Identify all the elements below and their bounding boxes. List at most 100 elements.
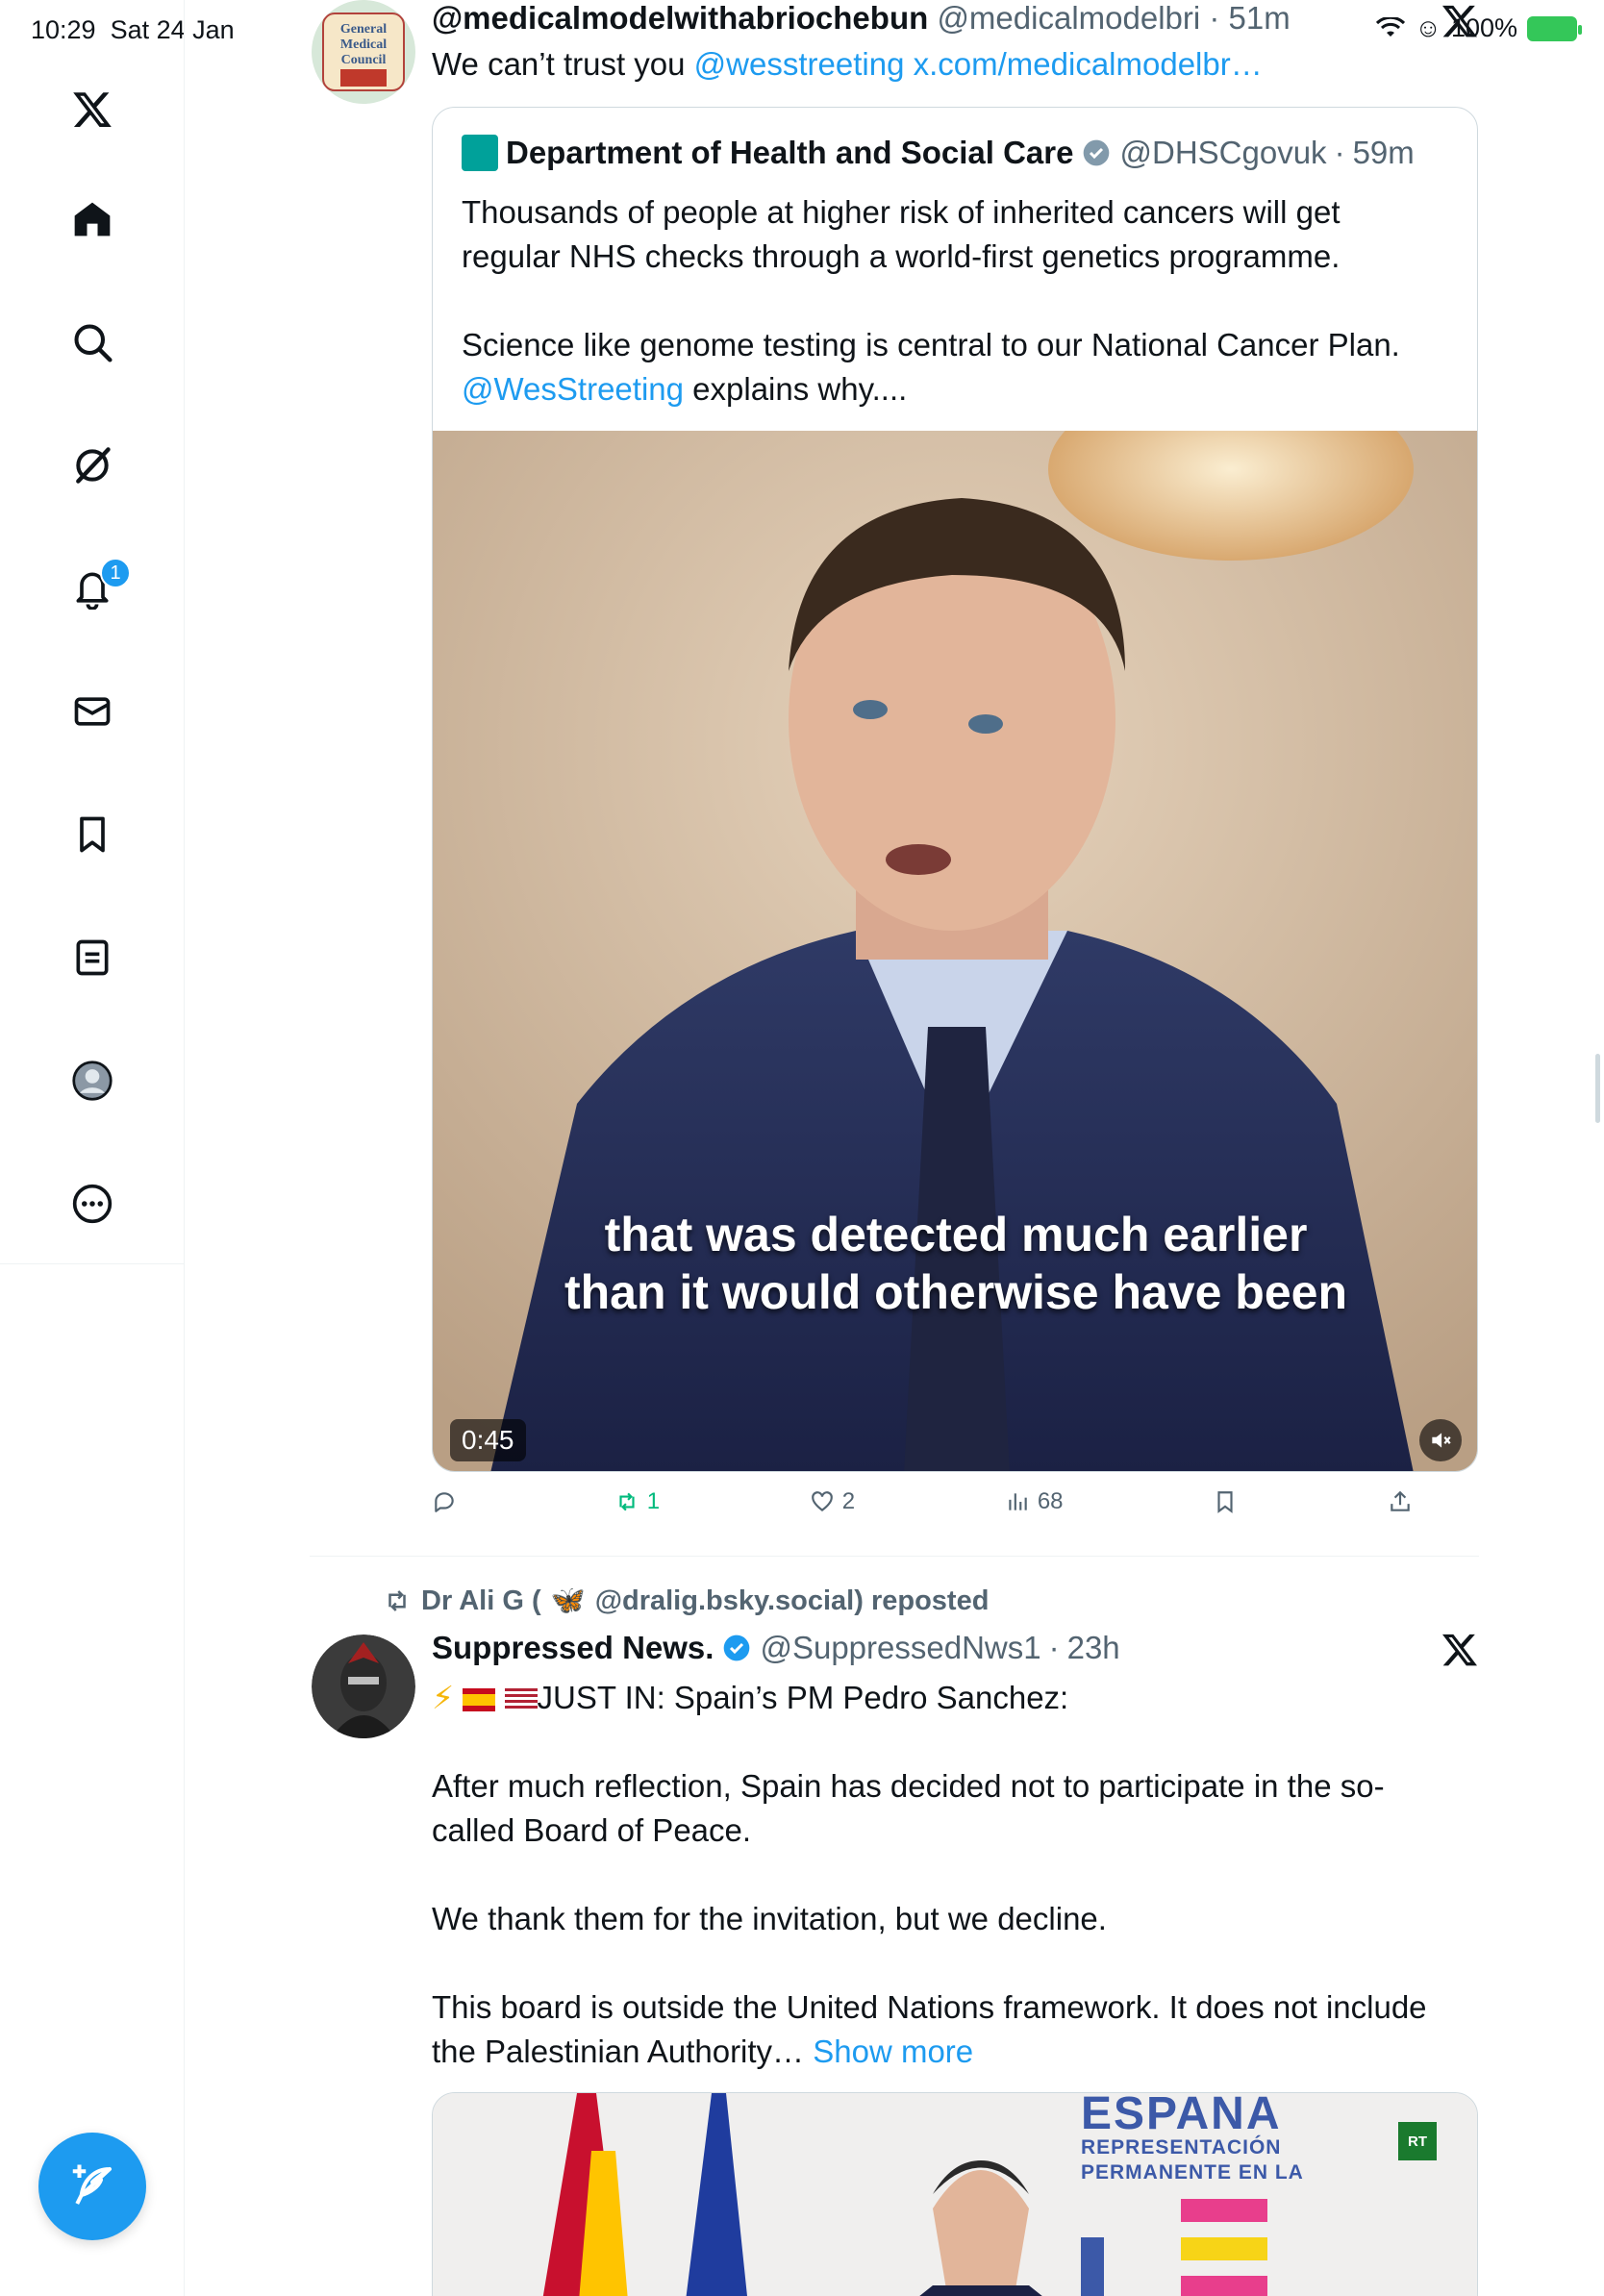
search-icon[interactable] xyxy=(65,315,119,369)
lists-icon[interactable] xyxy=(65,931,119,985)
rt-logo: RT xyxy=(1398,2122,1437,2160)
tweet2-author-name[interactable]: Suppressed News. xyxy=(432,1630,714,1666)
lightning-icon: ⚡ xyxy=(432,1680,455,1715)
like-button[interactable]: 2 xyxy=(810,1488,855,1515)
quote-text-line2: regular NHS checks through a world-first… xyxy=(462,238,1341,274)
repost-icon xyxy=(388,1590,406,1611)
views-count: 68 xyxy=(1037,1488,1064,1514)
reply-icon xyxy=(435,1492,454,1512)
share-icon xyxy=(1391,1490,1410,1511)
bookmark-icon xyxy=(1217,1491,1233,1513)
tweet2-media-image xyxy=(433,2093,1477,2296)
us-flag-icon xyxy=(504,1688,538,1712)
tweet1-link[interactable]: x.com/medicalmodelbr… xyxy=(914,46,1263,82)
repost-button[interactable]: 1 xyxy=(614,1488,660,1515)
tweet2-line4: We thank them for the invitation, but we… xyxy=(432,1901,1107,1936)
profile-avatar-icon[interactable] xyxy=(65,1054,119,1108)
avatar-text-1: General xyxy=(340,22,387,37)
verified-badge-icon xyxy=(724,1635,750,1661)
video-player[interactable]: that was detected much earlier than it w… xyxy=(433,431,1477,1471)
tweet1-author-name[interactable]: @medicalmodelwithabriochebun xyxy=(432,0,928,36)
repost-icon xyxy=(619,1492,635,1511)
tweet1-time[interactable]: 51m xyxy=(1229,0,1291,36)
quote-text-line3: Science like genome testing is central t… xyxy=(462,327,1400,362)
quote-handle[interactable]: @DHSCgovuk xyxy=(1119,135,1326,171)
show-more-link[interactable]: Show more xyxy=(813,2034,973,2069)
avatar-text-2: Medical xyxy=(340,37,387,52)
video-duration: 0:45 xyxy=(450,1419,526,1461)
quote-text-end: explains why.... xyxy=(683,371,908,407)
tweet2-line3: called Board of Peace. xyxy=(432,1812,752,1848)
reply-button[interactable] xyxy=(432,1489,464,1514)
quote-text: Thousands of people at higher risk of in… xyxy=(462,190,1452,412)
x-brand-icon xyxy=(1442,5,1477,37)
like-count: 2 xyxy=(841,1488,856,1514)
wifi-icon xyxy=(1376,16,1406,37)
quote-mention[interactable]: @WesStreeting xyxy=(462,371,684,407)
notifications-badge: 1 xyxy=(100,558,131,588)
quote-header: Department of Health and Social Care @DH… xyxy=(462,135,1415,171)
repost-by-handle: @dralig.bsky.social) reposted xyxy=(594,1585,990,1616)
quote-text-line1: Thousands of people at higher risk of in… xyxy=(462,194,1341,230)
tweet2-text: ⚡ JUST IN: Spain’s PM Pedro Sanchez: Aft… xyxy=(432,1676,1480,2074)
tweet2-line2: After much reflection, Spain has decided… xyxy=(432,1768,1385,1804)
heart-icon xyxy=(811,1491,833,1512)
tweet2-line1: ⚡ JUST IN: Spain’s PM Pedro Sanchez: xyxy=(432,1676,1480,1720)
speaker-muted-icon xyxy=(1432,1433,1451,1448)
tweet2-time[interactable]: 23h xyxy=(1067,1630,1120,1666)
media-subtitle-text: REPRESENTACIÓN PERMANENTE EN LA xyxy=(1081,2135,1304,2185)
tweet2-separator: · xyxy=(1048,1630,1060,1665)
tweet1-header: @medicalmodelwithabriochebun @medicalmod… xyxy=(432,0,1291,37)
tweet2-line6: the Palestinian Authority… xyxy=(432,2034,814,2069)
quote-time[interactable]: 59m xyxy=(1353,135,1415,171)
dhsc-logo-icon xyxy=(462,135,498,171)
compose-feather-icon xyxy=(72,2164,113,2205)
avatar-text-3: Council xyxy=(341,53,387,67)
grok-icon[interactable] xyxy=(65,438,119,492)
tweet1-text-plain: We can’t trust you xyxy=(432,46,694,82)
video-caption-line1: that was detected much earlier xyxy=(604,1208,1308,1261)
tweet2-line1-text: JUST IN: Spain’s PM Pedro Sanchez: xyxy=(537,1680,1069,1715)
video-caption-line2: than it would otherwise have been xyxy=(564,1265,1347,1319)
x-brand-icon xyxy=(1442,1634,1477,1666)
tweet1-avatar[interactable]: General Medical Council xyxy=(312,0,415,104)
smiley-icon: ☺ xyxy=(1415,13,1441,42)
repost-count: 1 xyxy=(646,1488,661,1514)
bookmark-button[interactable] xyxy=(1213,1489,1238,1514)
quoted-tweet-card[interactable]: Department of Health and Social Care @DH… xyxy=(432,107,1478,1472)
tweet1-handle[interactable]: @medicalmodelbri xyxy=(937,0,1200,36)
repost-attribution[interactable]: Dr Ali G (🦋 @dralig.bsky.social) reposted xyxy=(383,1585,989,1617)
tweet1-separator: · xyxy=(1200,0,1229,36)
tweet2-media[interactable]: ESPANA REPRESENTACIÓN PERMANENTE EN LA R… xyxy=(432,2092,1478,2296)
tweet1-text: We can’t trust you @wesstreeting x.com/m… xyxy=(432,42,1263,87)
mute-button[interactable] xyxy=(1419,1419,1462,1461)
quote-separator: · xyxy=(1334,135,1345,170)
tweet2-header: Suppressed News. @SuppressedNws1 · 23h xyxy=(432,1630,1120,1666)
messages-envelope-icon[interactable] xyxy=(65,685,119,738)
quote-author-name[interactable]: Department of Health and Social Care xyxy=(506,135,1073,171)
x-logo-icon[interactable] xyxy=(65,83,119,137)
share-button[interactable] xyxy=(1388,1489,1413,1514)
home-icon[interactable] xyxy=(65,192,119,246)
tweet1-mention[interactable]: @wesstreeting xyxy=(694,46,905,82)
media-sub1: REPRESENTACIÓN xyxy=(1081,2136,1282,2159)
verified-badge-icon xyxy=(1084,139,1110,166)
media-title-text: ESPANA xyxy=(1081,2092,1282,2139)
media-sub2: PERMANENTE EN LA xyxy=(1081,2161,1304,2184)
spain-flag-icon xyxy=(463,1688,496,1712)
scroll-indicator[interactable] xyxy=(1595,1054,1600,1123)
bookmark-icon[interactable] xyxy=(65,808,119,861)
sidebar-divider xyxy=(0,1263,185,1264)
views-button[interactable]: 68 xyxy=(1005,1488,1064,1515)
views-chart-icon xyxy=(1009,1493,1027,1510)
tweet1-action-bar: 1 2 68 xyxy=(432,1488,1413,1515)
battery-icon xyxy=(1527,15,1582,41)
tweet-divider xyxy=(310,1556,1479,1557)
more-icon[interactable] xyxy=(65,1177,119,1231)
tweet2-avatar[interactable] xyxy=(312,1635,415,1738)
sidebar: 1 xyxy=(0,0,185,2296)
tweet2-handle[interactable]: @SuppressedNws1 xyxy=(760,1630,1040,1666)
tweet2-line5: This board is outside the United Nations… xyxy=(432,1989,1427,2025)
compose-post-button[interactable] xyxy=(38,2133,146,2240)
butterfly-icon: 🦋 xyxy=(550,1585,586,1616)
